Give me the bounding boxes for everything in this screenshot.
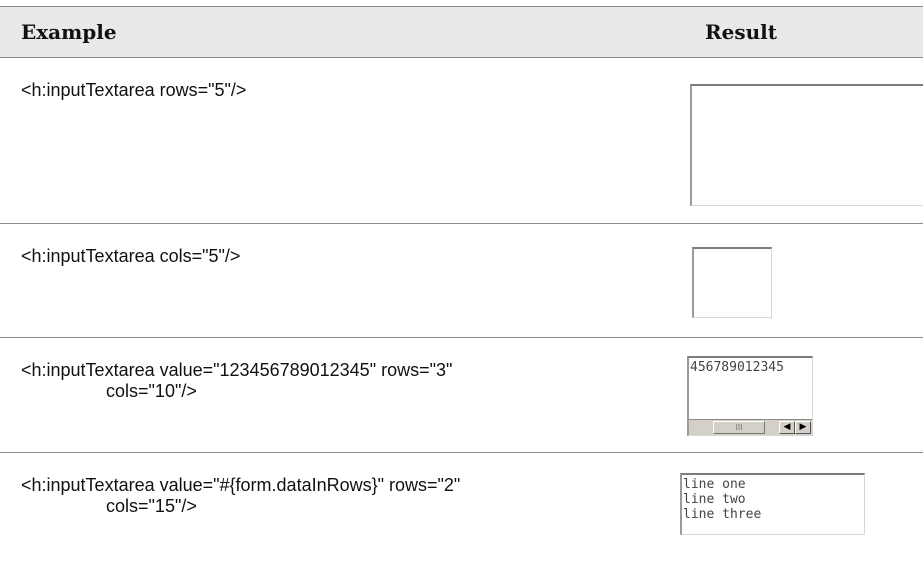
table-row: <h:inputTextarea cols="5"/>: [0, 224, 923, 338]
textarea-value: [694, 249, 771, 251]
column-header-result: Result: [705, 20, 777, 44]
scroll-right-arrow-icon[interactable]: ▶: [795, 421, 811, 434]
scrollbar-thumb[interactable]: III: [713, 421, 765, 434]
example-code: <h:inputTextarea rows="5"/>: [21, 80, 247, 100]
horizontal-scrollbar[interactable]: III ◀ ▶: [689, 419, 812, 435]
scroll-left-arrow-icon[interactable]: ◀: [779, 421, 795, 434]
example-code: <h:inputTextarea cols="5"/>: [21, 246, 241, 266]
textarea-cols-5[interactable]: [692, 247, 772, 318]
column-header-example: Example: [21, 20, 117, 44]
textarea-value: line one line two line three: [683, 477, 762, 522]
textarea-rows-5[interactable]: [690, 84, 923, 206]
textarea-value-scroll[interactable]: 456789012345 III ◀ ▶: [687, 356, 813, 436]
textarea-value: [692, 86, 923, 88]
table-row: <h:inputTextarea value="123456789012345"…: [0, 338, 923, 453]
table-row: <h:inputTextarea rows="5"/>: [0, 58, 923, 224]
example-code: <h:inputTextarea value="#{form.dataInRow…: [21, 475, 461, 516]
table-row: <h:inputTextarea value="#{form.dataInRow…: [0, 453, 923, 567]
table-header: Example Result: [0, 6, 923, 58]
textarea-examples-table: Example Result <h:inputTextarea rows="5"…: [0, 6, 923, 567]
example-code: <h:inputTextarea value="123456789012345"…: [21, 360, 453, 401]
textarea-multiline[interactable]: line one line two line three: [680, 473, 865, 535]
textarea-value: 456789012345: [690, 360, 784, 375]
